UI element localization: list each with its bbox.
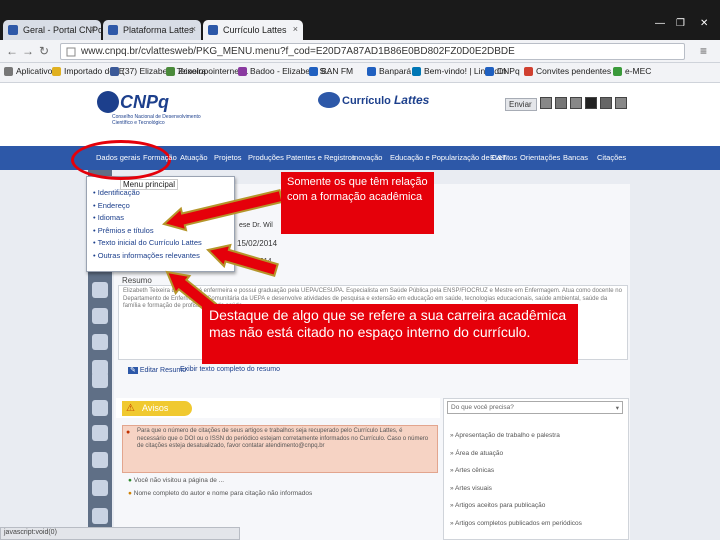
help-topic-item[interactable]: » Artigos completos publicados em periód… — [450, 520, 582, 527]
bookmark-label: Aplicativos — [16, 66, 57, 76]
bookmark-favicon-icon — [367, 67, 376, 76]
nav-item[interactable]: Eventos — [490, 153, 517, 162]
bookmark-label: Banpará — [379, 66, 412, 76]
nav-item[interactable]: Citações — [597, 153, 626, 162]
bookmark-item[interactable]: BAN FM — [309, 66, 353, 80]
nav-item[interactable]: Orientações — [520, 153, 560, 162]
menu-item[interactable]: • Outras informações relevantes — [93, 251, 200, 260]
bookmark-label: BAN FM — [321, 66, 354, 76]
bookmark-label: e-MEC — [625, 66, 652, 76]
bookmark-favicon-icon — [524, 67, 533, 76]
bookmark-item[interactable]: CNPq — [485, 66, 520, 80]
bookmark-favicon-icon — [412, 67, 421, 76]
menu-item[interactable]: • Identificação — [93, 188, 140, 197]
nav-item[interactable]: Bancas — [563, 153, 588, 162]
help-topic-item[interactable]: » Área de atuação — [450, 450, 503, 457]
nav-item[interactable]: Atuação — [180, 153, 208, 162]
bookmark-label: Convites pendentes — [536, 66, 612, 76]
nav-item[interactable]: Patentes e Registros — [286, 153, 356, 162]
nav-item[interactable]: Produções — [248, 153, 284, 162]
help-topic-item[interactable]: » Artes visuais — [450, 485, 492, 492]
bookmark-item[interactable]: Convites pendentes — [524, 66, 611, 80]
bookmark-item[interactable]: Aplicativos — [4, 66, 57, 80]
bookmark-item[interactable]: Banpará — [367, 66, 411, 80]
bookmark-favicon-icon — [309, 67, 318, 76]
nav-item[interactable]: Formação — [143, 153, 177, 162]
help-topic-item[interactable]: » Apresentação de trabalho e palestra — [450, 432, 560, 439]
bookmark-label: CNPq — [497, 66, 520, 76]
bookmark-favicon-icon — [613, 67, 622, 76]
menu-item[interactable]: • Endereço — [93, 201, 130, 210]
bookmark-favicon-icon — [238, 67, 247, 76]
annotation-arrow — [161, 188, 284, 232]
bookmark-favicon-icon — [166, 67, 175, 76]
bookmark-favicon-icon — [52, 67, 61, 76]
nav-item[interactable]: Projetos — [214, 153, 242, 162]
menu-item[interactable]: • Prêmios e títulos — [93, 226, 154, 235]
help-topic-item[interactable]: » Artes cênicas — [450, 467, 494, 474]
nav-item[interactable]: Dados gerais — [96, 153, 140, 162]
menu-item[interactable]: • Idiomas — [93, 213, 124, 222]
annotation-arrows — [161, 188, 284, 325]
annotation-callout-bottom: Destaque de algo que se refere a sua car… — [202, 304, 578, 364]
bookmark-item[interactable]: Zcoolopointerner... — [166, 66, 248, 80]
bookmark-favicon-icon — [110, 67, 119, 76]
nav-item[interactable]: Inovação — [352, 153, 382, 162]
menu-item[interactable]: • Texto inicial do Currículo Lattes — [93, 238, 202, 247]
bookmark-favicon-icon — [4, 67, 13, 76]
annotation-callout-top: Somente os que têm relação com a formaçã… — [281, 172, 434, 234]
help-topic-item[interactable]: » Artigos aceitos para publicação — [450, 502, 545, 509]
annotation-arrow — [206, 243, 279, 277]
bookmark-favicon-icon — [485, 67, 494, 76]
bookmark-item[interactable]: e-MEC — [613, 66, 651, 80]
